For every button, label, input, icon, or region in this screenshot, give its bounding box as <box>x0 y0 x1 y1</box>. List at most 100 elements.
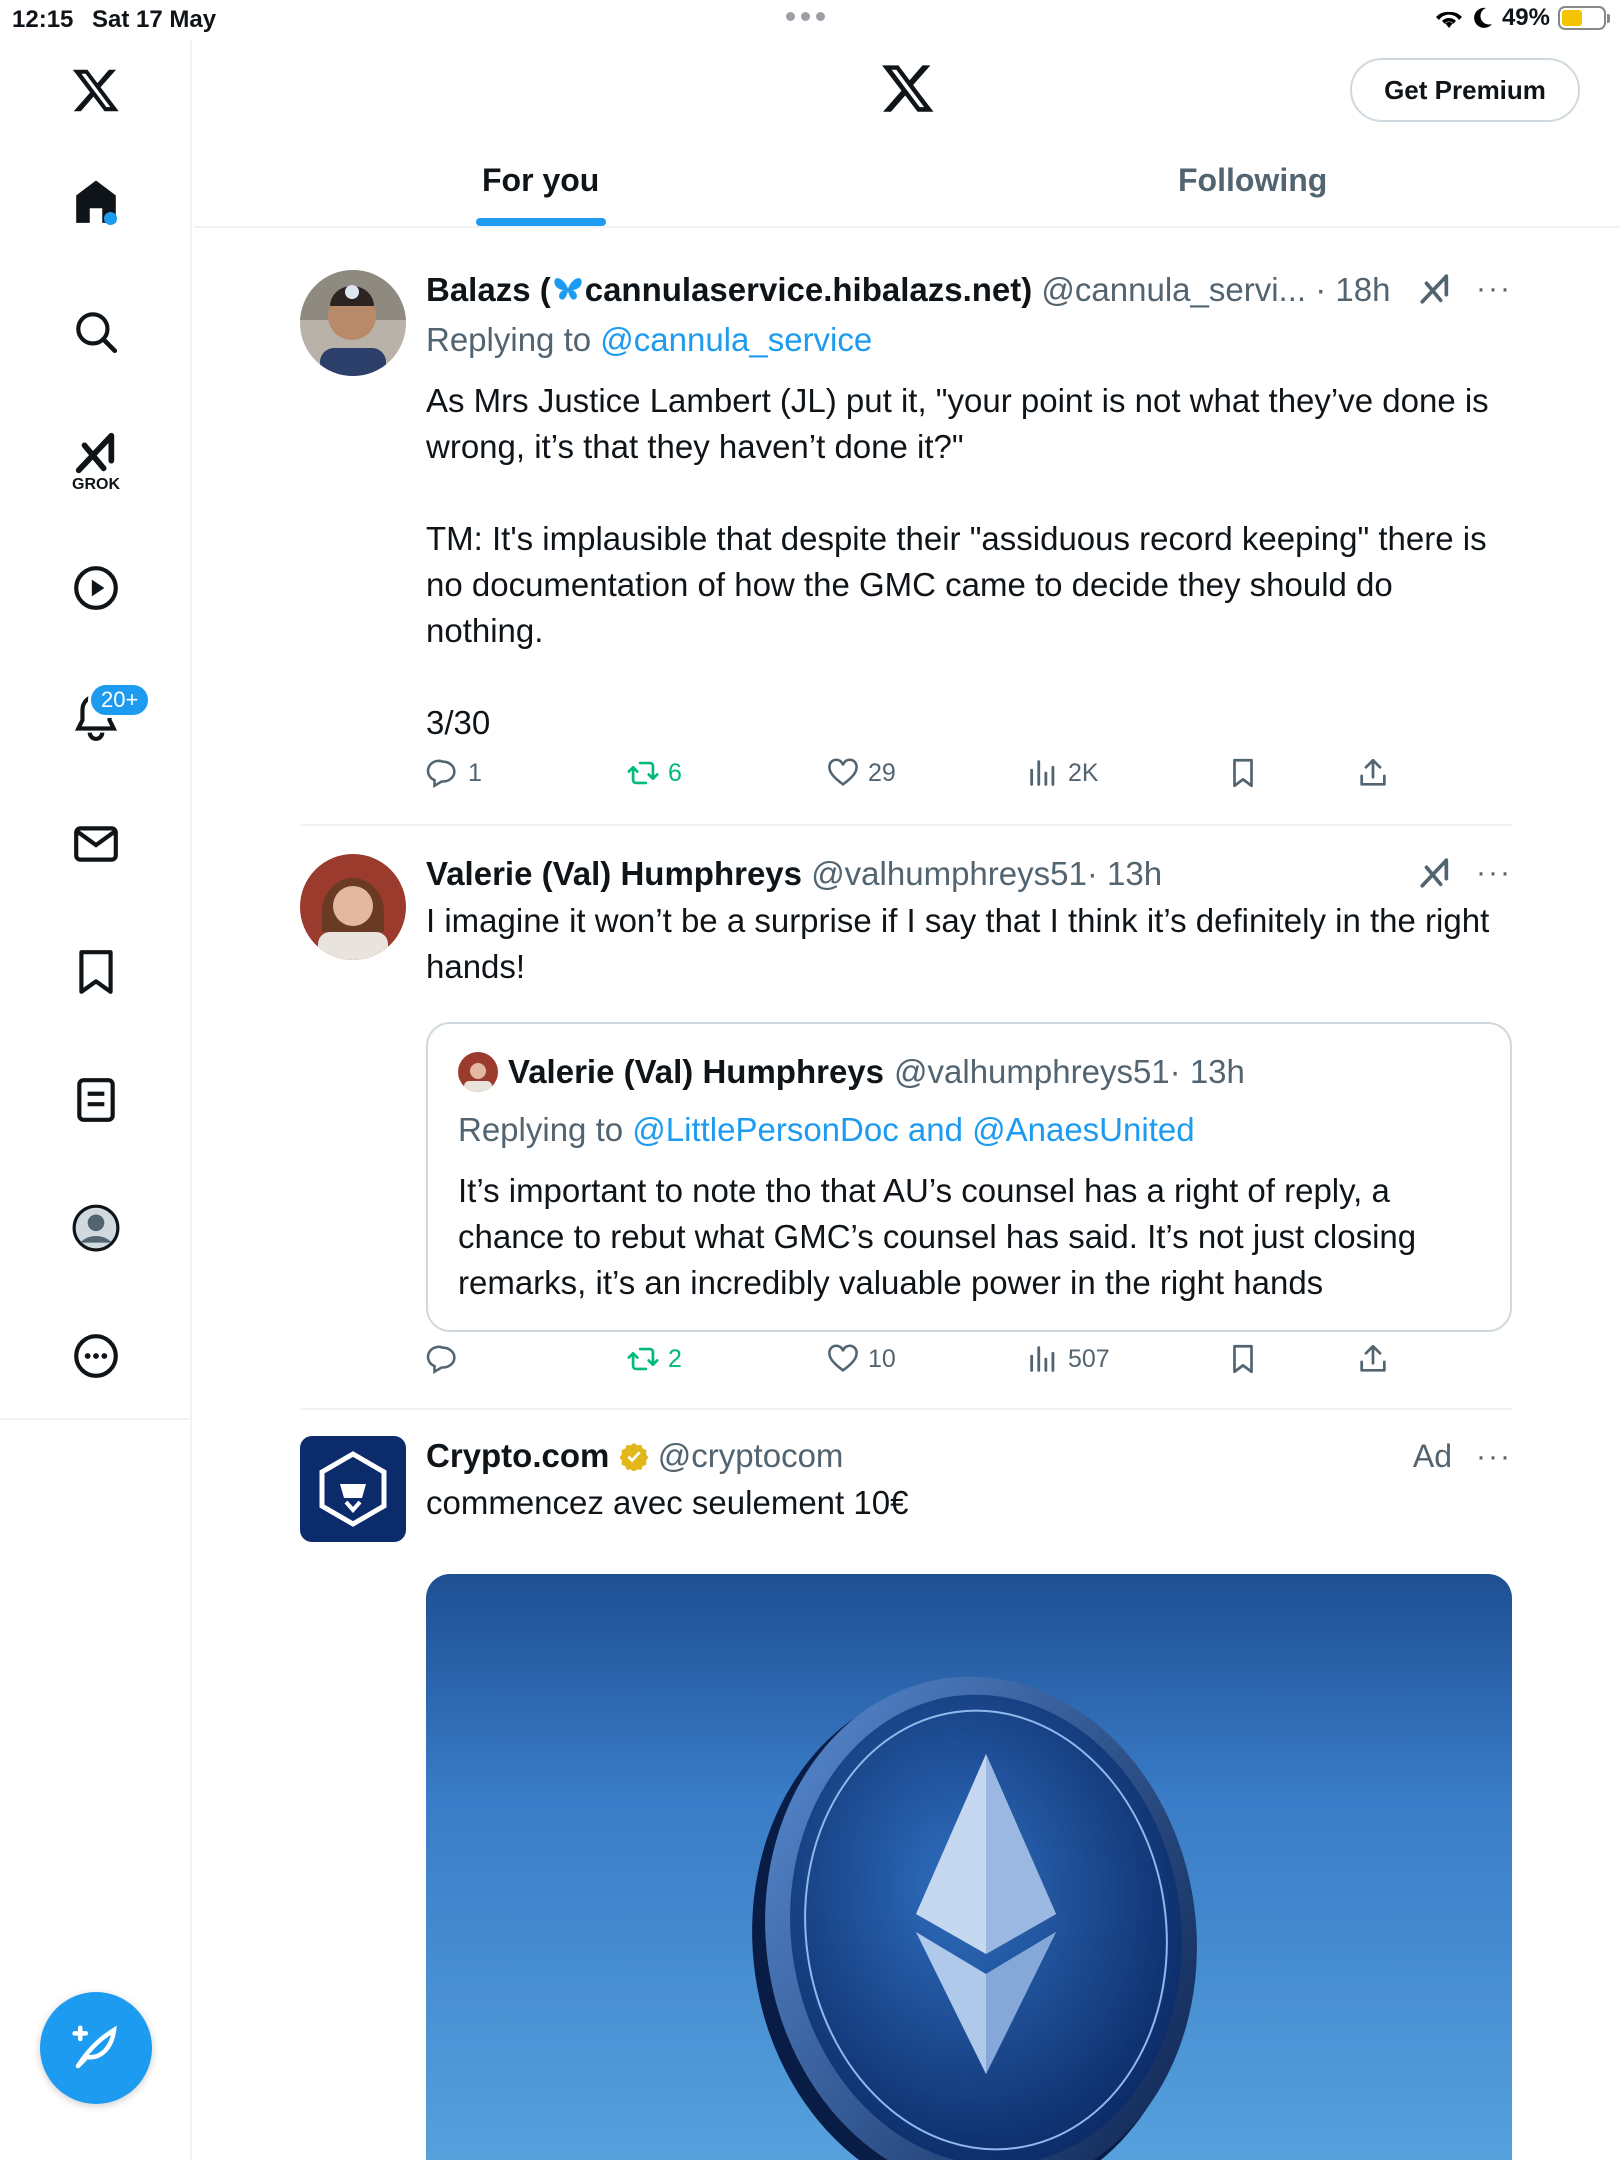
grok-icon[interactable] <box>1418 856 1452 890</box>
profile-icon[interactable] <box>56 1188 136 1268</box>
bookmark-icon <box>1233 1344 1253 1374</box>
view-count: 2K <box>1068 758 1099 787</box>
bookmark-icon <box>1233 758 1253 788</box>
bookmarks-icon[interactable] <box>56 932 136 1012</box>
grok-label: GROK <box>72 476 120 493</box>
notifications-badge: 20+ <box>88 682 152 718</box>
bookmark-button[interactable] <box>1226 1342 1260 1376</box>
quoted-tweet[interactable]: Valerie (Val) Humphreys @valhumphreys51·… <box>426 1022 1512 1332</box>
view-count: 507 <box>1068 1344 1110 1373</box>
views-button[interactable]: 2K <box>1026 756 1099 790</box>
tab-following[interactable]: Following <box>1178 162 1327 199</box>
messages-icon[interactable] <box>56 804 136 884</box>
reply-icon <box>426 759 456 789</box>
tweet-actions: 1 6 29 2K <box>426 756 1426 796</box>
x-logo-icon[interactable] <box>56 50 136 130</box>
share-button[interactable] <box>1356 756 1390 790</box>
quoted-tweet-text: It’s important to note tho that AU’s cou… <box>458 1172 1417 1301</box>
heart-icon <box>828 1344 858 1372</box>
author-name[interactable]: Crypto.com <box>426 1437 609 1474</box>
author-handle[interactable]: @cryptocom <box>658 1437 844 1474</box>
tweet-actions: 2 10 507 <box>426 1342 1426 1382</box>
tab-for-you[interactable]: For you <box>482 162 599 199</box>
reply-count: 1 <box>468 758 482 787</box>
post-time[interactable]: · 18h <box>1315 271 1390 308</box>
verified-badge-icon <box>619 1442 649 1471</box>
post-time[interactable]: · 13h <box>1087 855 1162 892</box>
active-tab-indicator <box>476 218 606 226</box>
views-button[interactable]: 507 <box>1026 1342 1110 1376</box>
multitasking-dots-icon[interactable] <box>786 12 825 21</box>
tweet-header: Crypto.com @cryptocom <box>426 1436 1512 1476</box>
tweet-top-right: ··· <box>1418 856 1512 890</box>
views-icon <box>1030 1346 1055 1372</box>
replying-to-link[interactable]: @cannula_service <box>600 321 872 358</box>
tweet-header: Valerie (Val) Humphreys @valhumphreys51·… <box>426 854 1512 894</box>
tweet-text: I imagine it won’t be a surprise if I sa… <box>426 902 1490 985</box>
replying-to: Replying to @cannula_service <box>426 321 873 358</box>
wifi-icon <box>1435 11 1462 28</box>
avatar[interactable] <box>300 1436 406 1542</box>
compose-post-button[interactable] <box>40 1992 152 2104</box>
ethereum-coin-image <box>752 1676 1197 2160</box>
tweet[interactable]: Balazs (cannulaservice.hibalazs.net) @ca… <box>300 270 1512 810</box>
author-name[interactable]: Balazs (cannulaservice.hibalazs.net) <box>426 271 1032 308</box>
like-button[interactable]: 10 <box>826 1342 896 1376</box>
more-options-icon[interactable]: ··· <box>1476 274 1512 304</box>
lists-icon[interactable] <box>56 1060 136 1140</box>
share-icon <box>1360 1344 1386 1372</box>
grok-icon[interactable]: GROK <box>56 422 136 502</box>
views-icon <box>1030 760 1055 786</box>
like-count: 29 <box>868 758 896 787</box>
repost-button[interactable]: 6 <box>626 756 682 790</box>
search-icon[interactable] <box>56 292 136 372</box>
ad-image[interactable] <box>426 1574 1512 2160</box>
battery-percent: 49% <box>1501 4 1550 31</box>
promoted-tweet[interactable]: Crypto.com @cryptocom Ad ··· commencez a… <box>300 1436 1512 2160</box>
butterfly-icon <box>554 278 582 300</box>
tweet-top-right: ··· <box>1418 272 1512 306</box>
repost-button[interactable]: 2 <box>626 1342 682 1376</box>
tweet-text: commencez avec seulement 10€ <box>426 1484 909 1521</box>
quoted-avatar <box>458 1052 498 1092</box>
reply-button[interactable] <box>426 1342 468 1376</box>
sidebar: GROK 20+ <box>0 40 192 2160</box>
heart-icon <box>828 758 858 786</box>
repost-icon <box>627 761 659 785</box>
author-handle[interactable]: @valhumphreys51 <box>811 855 1087 892</box>
status-bar: 12:15 Sat 17 May 49% <box>0 0 1620 40</box>
video-icon[interactable] <box>56 548 136 628</box>
more-options-icon[interactable]: ··· <box>1476 1441 1512 1471</box>
battery-icon <box>1558 6 1610 30</box>
battery-fill <box>1562 10 1582 26</box>
tweet-header: Balazs (cannulaservice.hibalazs.net) @ca… <box>426 270 1512 310</box>
reply-button[interactable]: 1 <box>426 756 482 790</box>
quoted-author-handle: @valhumphreys51· 13h <box>894 1053 1245 1090</box>
tweet-text: As Mrs Justice Lambert (JL) put it, "you… <box>426 382 1489 741</box>
timeline-header: Get Premium For you Following <box>194 40 1620 228</box>
more-icon[interactable] <box>56 1316 136 1396</box>
avatar[interactable] <box>300 854 406 960</box>
grok-icon[interactable] <box>1418 272 1452 306</box>
quoted-author-name: Valerie (Val) Humphreys <box>508 1053 885 1090</box>
home-icon[interactable] <box>56 162 136 242</box>
share-button[interactable] <box>1356 1342 1390 1376</box>
home-unread-dot <box>104 212 117 225</box>
compose-feather-icon <box>72 2025 117 2069</box>
more-options-icon[interactable]: ··· <box>1476 858 1512 888</box>
status-right: 49% <box>1434 4 1610 32</box>
repost-count: 6 <box>668 758 682 787</box>
quoted-replying-to-link[interactable]: @LittlePersonDoc and @AnaesUnited <box>632 1111 1194 1148</box>
tweet-top-right: Ad ··· <box>1413 1438 1512 1475</box>
like-count: 10 <box>868 1344 896 1373</box>
x-logo-icon[interactable] <box>880 60 936 116</box>
get-premium-button[interactable]: Get Premium <box>1350 58 1580 122</box>
author-handle[interactable]: @cannula_servi... <box>1041 271 1306 308</box>
repost-icon <box>627 1347 659 1371</box>
avatar[interactable] <box>300 270 406 376</box>
bookmark-button[interactable] <box>1226 756 1260 790</box>
author-name[interactable]: Valerie (Val) Humphreys <box>426 855 802 892</box>
tweet[interactable]: Valerie (Val) Humphreys @valhumphreys51·… <box>300 854 1512 1394</box>
like-button[interactable]: 29 <box>826 756 896 790</box>
quoted-tweet-header: Valerie (Val) Humphreys @valhumphreys51·… <box>458 1052 1245 1092</box>
